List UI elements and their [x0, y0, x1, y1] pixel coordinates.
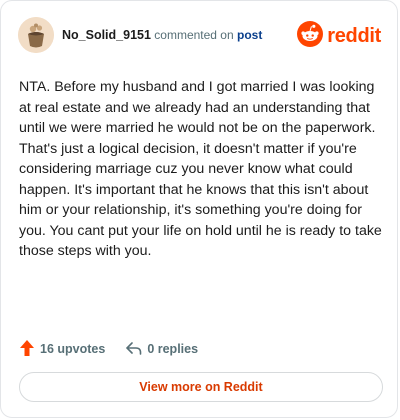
username-link[interactable]: No_Solid_9151 [62, 28, 151, 42]
reddit-wordmark: reddit [327, 25, 381, 47]
embedded-comment-card: No_Solid_9151 commented on post reddit N… [0, 0, 398, 418]
comment-body: NTA. Before my husband and I got married… [19, 79, 382, 259]
comment-header: No_Solid_9151 commented on post reddit [18, 17, 381, 53]
post-link[interactable]: post [237, 28, 262, 42]
user-avatar-icon[interactable] [18, 17, 54, 53]
reply-button[interactable]: 0 replies [125, 340, 198, 359]
reddit-logo[interactable]: reddit [297, 21, 381, 52]
reddit-snoo-icon [297, 21, 324, 52]
comment-meta: No_Solid_9151 commented on post [62, 28, 262, 42]
reply-arrow-icon [125, 340, 147, 359]
view-more-button[interactable]: View more on Reddit [19, 372, 383, 402]
commented-on-text: commented on [150, 28, 237, 42]
reply-count: 0 replies [147, 342, 199, 356]
upvote-arrow-icon [19, 339, 40, 360]
upvote-button[interactable]: 16 upvotes [19, 339, 105, 360]
comment-actions: 16 upvotes 0 replies [19, 338, 198, 360]
upvote-count: 16 upvotes [40, 342, 106, 356]
